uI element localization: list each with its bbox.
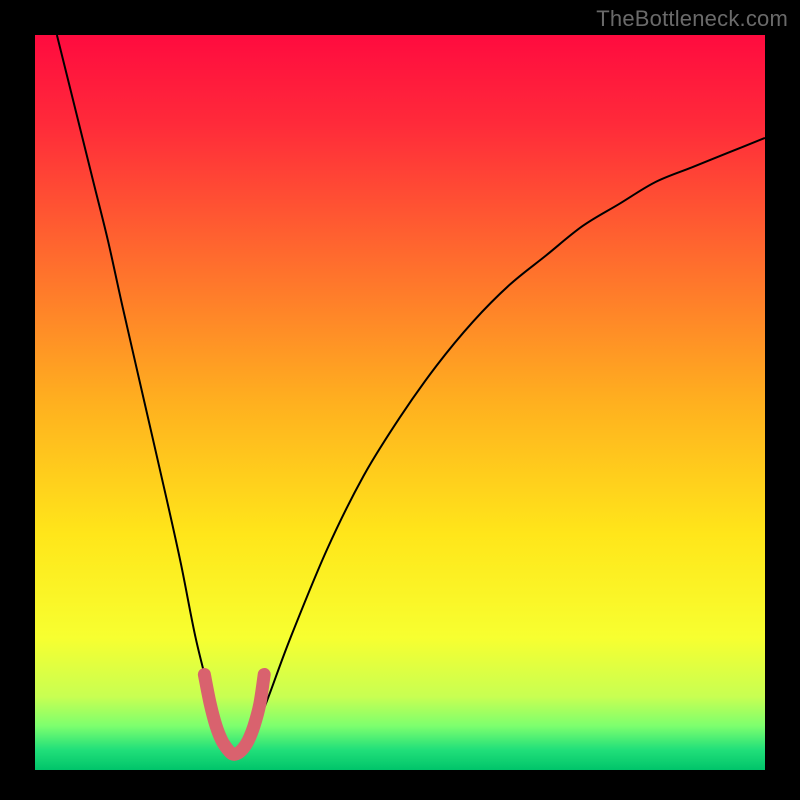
chart-frame: TheBottleneck.com	[0, 0, 800, 800]
bottleneck-chart	[0, 0, 800, 800]
